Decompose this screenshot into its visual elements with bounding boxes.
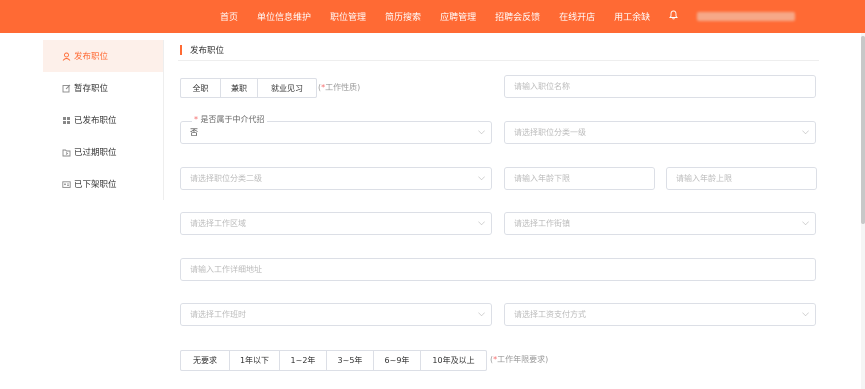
section-title: 发布职位	[180, 44, 224, 56]
chevron-down-icon: ⌵	[478, 127, 485, 137]
experience-none[interactable]: 无要求	[181, 351, 230, 370]
nav-resume-search[interactable]: 简历搜索	[385, 10, 421, 23]
category-1-select[interactable]: 请选择职位分类一级 ⌵	[504, 121, 816, 144]
pay-method-select[interactable]: 请选择工资支付方式 ⌵	[504, 303, 816, 326]
experience-under-1[interactable]: 1年以下	[230, 351, 280, 370]
sidebar-item-label: 已过期职位	[74, 148, 117, 158]
experience-10-plus[interactable]: 10年及以上	[421, 351, 486, 370]
category-2-placeholder: 请选择职位分类二级	[190, 174, 262, 183]
work-district-placeholder: 请选择工作区域	[190, 219, 246, 228]
work-street-placeholder: 请选择工作街镇	[514, 219, 570, 228]
section-title-text: 发布职位	[190, 46, 225, 56]
work-district-select[interactable]: 请选择工作区域 ⌵	[180, 212, 492, 235]
age-max-placeholder: 请输入年龄上限	[676, 174, 732, 183]
edit-icon	[59, 84, 73, 93]
experience-6-9[interactable]: 6~9年	[374, 351, 421, 370]
chevron-down-icon: ⌵	[478, 218, 485, 228]
nav-home[interactable]: 首页	[220, 10, 238, 23]
nav-job-management[interactable]: 职位管理	[330, 10, 366, 23]
title-divider	[178, 60, 819, 61]
job-nature-internship[interactable]: 就业见习	[258, 79, 316, 97]
chevron-down-icon: ⌵	[478, 309, 485, 319]
sidebar: 发布职位 暂存职位 已发布职位 已过期职位 已下架职位	[43, 40, 164, 200]
work-hours-select[interactable]: 请选择工作班时 ⌵	[180, 303, 492, 326]
age-max-input[interactable]: 请输入年龄上限	[666, 167, 817, 190]
scrollbar-thumb[interactable]	[861, 36, 865, 224]
user-icon	[59, 52, 73, 61]
job-name-input[interactable]: 请输入职位名称	[504, 75, 816, 98]
sidebar-item-removed-jobs[interactable]: 已下架职位	[43, 168, 163, 200]
nav-labor-surplus[interactable]: 用工余缺	[614, 10, 650, 23]
folder-icon	[59, 148, 73, 157]
chevron-down-icon: ⌵	[802, 127, 809, 137]
job-nature-fulltime[interactable]: 全职	[181, 79, 221, 97]
grid-icon	[59, 116, 73, 125]
nav-application-management[interactable]: 应聘管理	[440, 10, 476, 23]
job-nature-hint: (*工作性质)	[318, 83, 361, 92]
address-placeholder: 请输入工作详细地址	[190, 265, 262, 274]
title-accent-bar	[180, 45, 182, 55]
job-nature-selector: 全职 兼职 就业见习	[180, 78, 317, 98]
age-min-placeholder: 请输入年龄下限	[514, 174, 570, 183]
sidebar-item-draft-job[interactable]: 暂存职位	[43, 72, 163, 104]
category-1-placeholder: 请选择职位分类一级	[514, 128, 586, 137]
chevron-down-icon: ⌵	[478, 173, 485, 183]
chevron-down-icon: ⌵	[802, 218, 809, 228]
job-nature-parttime[interactable]: 兼职	[221, 79, 258, 97]
nav-job-fair-feedback[interactable]: 招聘会反馈	[495, 10, 540, 23]
experience-hint: (*工作年限要求)	[490, 355, 549, 364]
experience-3-5[interactable]: 3~5年	[327, 351, 374, 370]
user-name-blurred[interactable]	[697, 12, 796, 21]
work-street-select[interactable]: 请选择工作街镇 ⌵	[504, 212, 816, 235]
category-2-select[interactable]: 请选择职位分类二级 ⌵	[180, 167, 492, 190]
nav-online-store[interactable]: 在线开店	[559, 10, 595, 23]
work-hours-placeholder: 请选择工作班时	[190, 310, 246, 319]
address-input[interactable]: 请输入工作详细地址	[180, 258, 816, 281]
experience-selector: 无要求 1年以下 1~2年 3~5年 6~9年 10年及以上	[180, 350, 487, 371]
nav-unit-info[interactable]: 单位信息维护	[257, 10, 311, 23]
sidebar-item-label: 发布职位	[74, 52, 109, 62]
sidebar-item-expired-jobs[interactable]: 已过期职位	[43, 136, 163, 168]
main-nav: 首页 单位信息维护 职位管理 简历搜索 应聘管理 招聘会反馈 在线开店 用工余缺	[220, 0, 796, 33]
experience-1-2[interactable]: 1~2年	[280, 351, 327, 370]
chevron-down-icon: ⌵	[802, 309, 809, 319]
bell-icon[interactable]	[669, 10, 679, 23]
agency-label: * 是否属于中介代招	[192, 114, 267, 125]
age-min-input[interactable]: 请输入年龄下限	[504, 167, 655, 190]
job-name-placeholder: 请输入职位名称	[514, 82, 570, 91]
id-card-icon	[59, 180, 73, 189]
sidebar-item-label: 已下架职位	[74, 180, 117, 190]
pay-method-placeholder: 请选择工资支付方式	[514, 310, 586, 319]
sidebar-item-label: 已发布职位	[74, 116, 117, 126]
agency-value: 否	[190, 128, 198, 137]
sidebar-item-publish-job[interactable]: 发布职位	[43, 40, 163, 72]
sidebar-item-published-jobs[interactable]: 已发布职位	[43, 104, 163, 136]
sidebar-item-label: 暂存职位	[74, 84, 109, 94]
top-nav-bar: 首页 单位信息维护 职位管理 简历搜索 应聘管理 招聘会反馈 在线开店 用工余缺	[0, 0, 865, 33]
